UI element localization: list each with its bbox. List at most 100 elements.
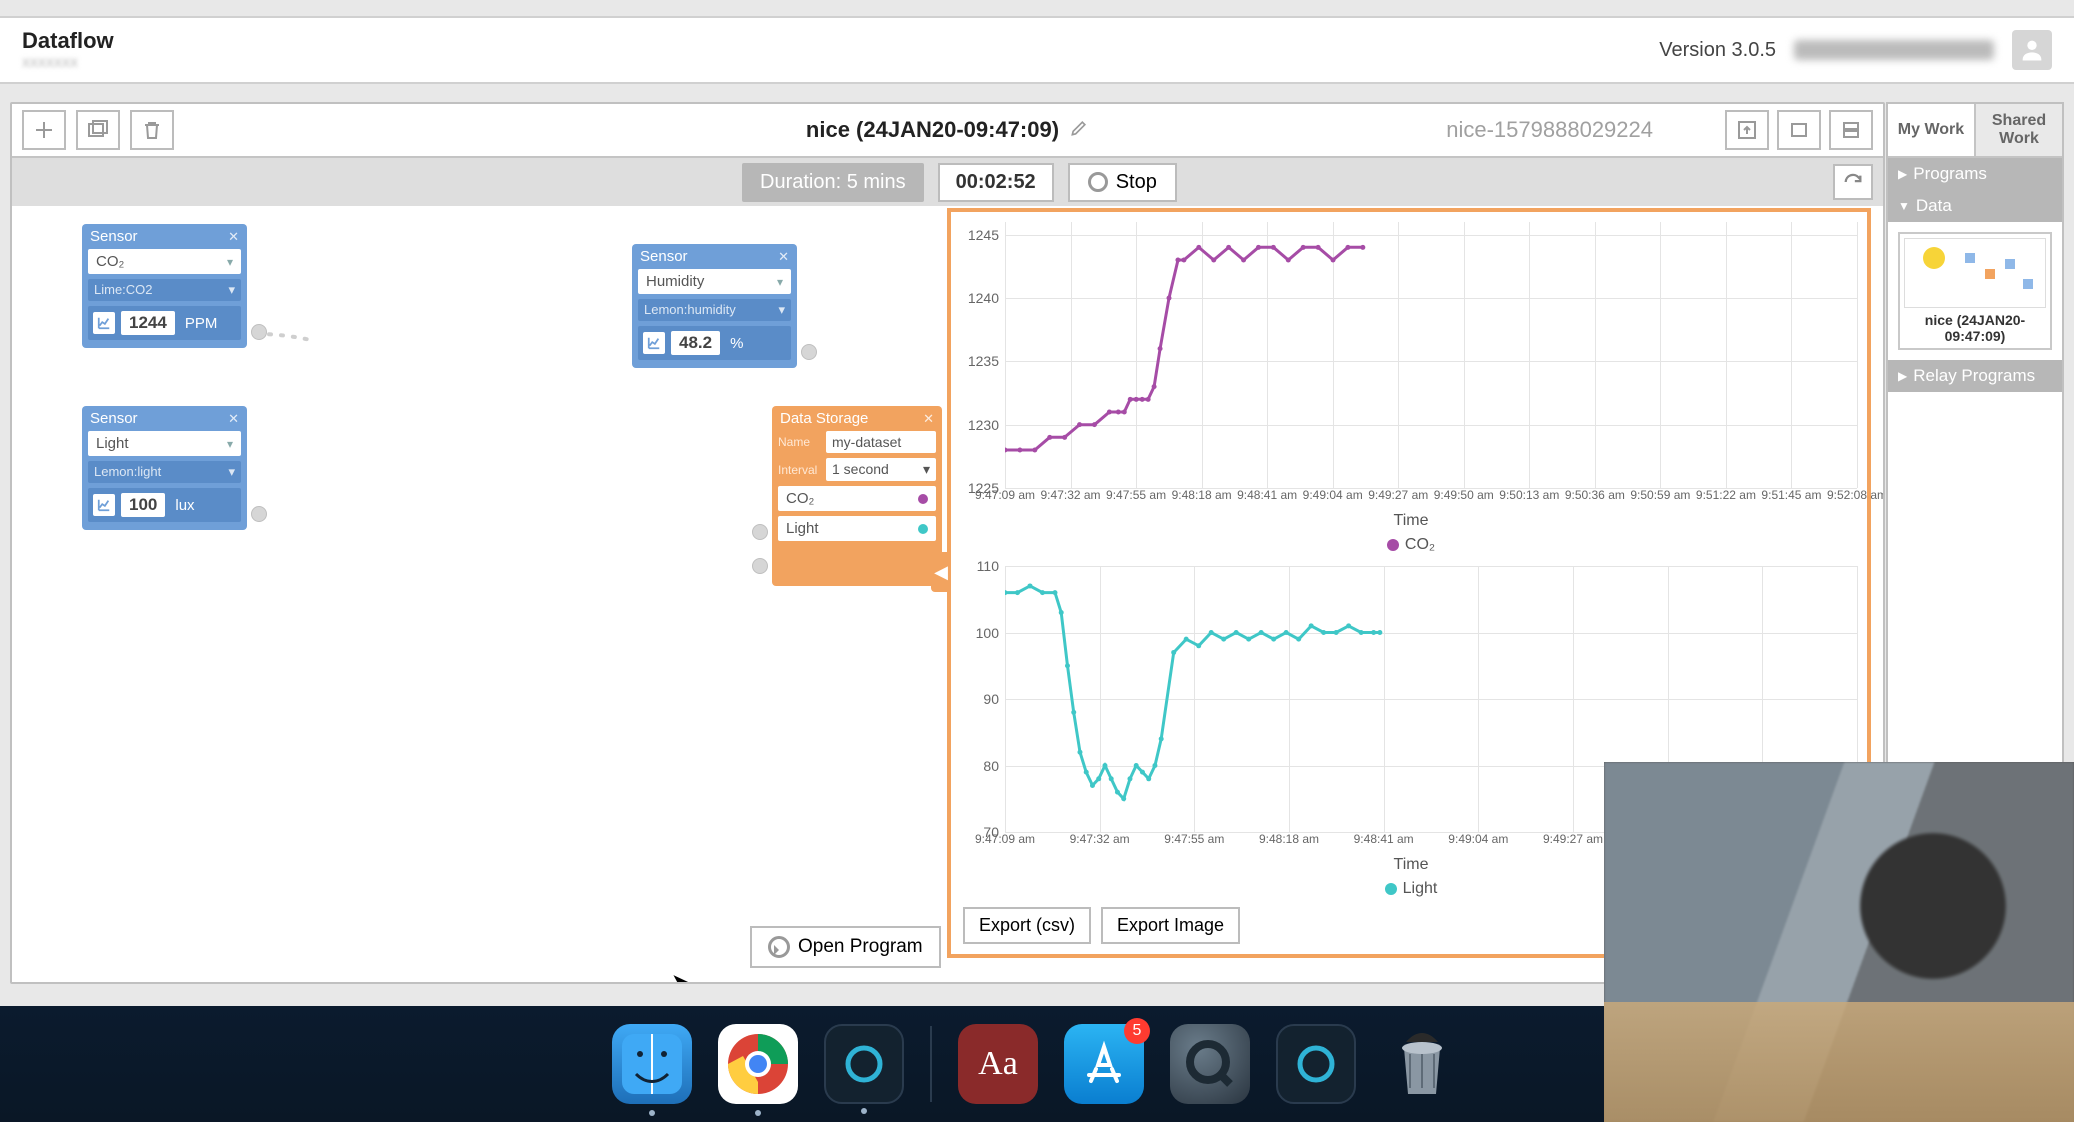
thumbnail-preview [1904,238,2046,308]
close-icon[interactable]: ✕ [778,249,789,265]
delete-button[interactable] [130,110,174,150]
chevron-down-icon: ▾ [227,437,233,451]
sensor-unit: PPM [181,315,222,332]
open-program-button[interactable]: Open Program [750,926,941,968]
node-sensor-co2[interactable]: Sensor✕ CO₂▾ Lime:CO2▾ 1244 PPM [82,224,247,348]
sensor-source-select[interactable]: Lemon:light▾ [88,461,241,483]
stop-icon [1088,172,1108,192]
sensor-unit: lux [171,497,198,514]
view-split-button[interactable] [1829,110,1873,150]
data-thumbnail[interactable]: nice (24JAN20-09:47:09) [1898,232,2052,350]
notification-badge: 5 [1124,1018,1150,1044]
control-strip: Duration: 5 mins 00:02:52 Stop [12,158,1883,206]
trash-icon [140,118,164,142]
dictionary-icon: Aa [978,1045,1018,1083]
panel-collapse-tab[interactable]: ◀ [931,552,951,592]
input-port[interactable] [752,524,768,540]
tab-shared-work[interactable]: Shared Work [1974,104,2062,158]
chevron-down-icon: ▾ [777,275,783,289]
refresh-icon [1842,171,1864,193]
sensor-source-select[interactable]: Lemon:humidity▾ [638,299,791,321]
dock-app-finder[interactable] [612,1024,692,1104]
dock-trash[interactable] [1382,1024,1462,1104]
timer-display: 00:02:52 [938,163,1054,202]
node-title: Sensor [640,248,688,265]
node-title: Data Storage [780,410,868,427]
section-programs[interactable]: ▶Programs [1888,158,2062,190]
dock-app-appstore[interactable]: 5 [1064,1024,1144,1104]
brand-title: Dataflow [22,28,114,54]
interval-label: Interval [778,463,820,477]
dock-app-recorder[interactable] [824,1024,904,1104]
webcam-overlay [1604,762,2074,1122]
channel-co2[interactable]: CO₂ [778,486,936,511]
export-image-button[interactable]: Export Image [1101,907,1240,944]
upload-icon [1735,118,1759,142]
flow-canvas[interactable]: Sensor✕ CO₂▾ Lime:CO2▾ 1244 PPM Sensor✕ … [12,206,1883,982]
plus-icon [32,118,56,142]
add-button[interactable] [22,110,66,150]
view-single-button[interactable] [1777,110,1821,150]
chevron-down-icon: ▾ [228,282,235,298]
finder-icon [622,1034,682,1094]
chevron-down-icon: ▾ [228,464,235,480]
dock-app-chrome[interactable] [718,1024,798,1104]
sensor-unit: % [726,335,747,352]
dock-app-dictionary[interactable]: Aa [958,1024,1038,1104]
output-port[interactable] [251,324,267,340]
upload-button[interactable] [1725,110,1769,150]
name-label: Name [778,435,820,449]
input-port[interactable] [752,558,768,574]
user-avatar[interactable] [2012,30,2052,70]
sensor-value: 100 [121,493,165,517]
document-title: nice (24JAN20-09:47:09) [806,117,1059,143]
chart-co2: 12251230123512401245 9:47:09 am9:47:32 a… [961,218,1861,548]
sensor-type-select[interactable]: Light▾ [88,431,241,456]
graph-icon[interactable] [93,494,115,516]
cursor-icon: ➤ [671,969,689,982]
username-blurred [1794,40,1994,60]
tab-my-work[interactable]: My Work [1888,104,1974,158]
dataset-name-input[interactable]: my-dataset [826,431,936,453]
refresh-button[interactable] [1833,164,1873,200]
legend-co2: CO₂ [961,536,1861,554]
graph-icon[interactable] [93,312,115,334]
thumbnail-caption: nice (24JAN20-09:47:09) [1904,308,2046,344]
channel-color-dot [918,524,928,534]
section-relay-programs[interactable]: ▶Relay Programs [1888,360,2062,392]
sensor-type-select[interactable]: Humidity▾ [638,269,791,294]
output-port[interactable] [251,506,267,522]
graph-icon[interactable] [643,332,665,354]
quicktime-icon [1182,1036,1238,1092]
layers-icon [86,118,110,142]
section-data[interactable]: ▼Data [1888,190,2062,222]
sensor-value-row: 1244 PPM [88,306,241,340]
sensor-type-select[interactable]: CO₂▾ [88,249,241,274]
interval-select[interactable]: 1 second▾ [826,458,936,481]
edit-title-button[interactable] [1069,118,1089,143]
trash-icon [1392,1028,1452,1100]
x-axis-label: Time [961,512,1861,530]
node-sensor-light[interactable]: Sensor✕ Light▾ Lemon:light▾ 100 lux [82,406,247,530]
circle-icon [1294,1042,1338,1086]
output-port[interactable] [801,344,817,360]
sensor-source-select[interactable]: Lime:CO2▾ [88,279,241,301]
brand-subtitle-blurred: xxxxxxx [22,54,114,72]
channel-light[interactable]: Light [778,516,936,541]
square-icon [1787,118,1811,142]
close-icon[interactable]: ✕ [228,411,239,427]
node-data-storage[interactable]: Data Storage ✕ Name my-dataset Interval 1 s… [772,406,942,586]
export-csv-button[interactable]: Export (csv) [963,907,1091,944]
duration-label: Duration: 5 mins [742,163,924,202]
layers-button[interactable] [76,110,120,150]
rows-icon [1839,118,1863,142]
node-sensor-humidity[interactable]: Sensor✕ Humidity▾ Lemon:humidity▾ 48.2 % [632,244,797,368]
dock-app-quicktime[interactable] [1170,1024,1250,1104]
dock-app-recorder-2[interactable] [1276,1024,1356,1104]
stop-label: Stop [1116,171,1157,194]
pencil-icon [1069,118,1089,138]
stop-button[interactable]: Stop [1068,163,1177,202]
close-icon[interactable]: ✕ [923,411,934,427]
top-bar: Dataflow xxxxxxx Version 3.0.5 [0,16,2074,84]
close-icon[interactable]: ✕ [228,229,239,245]
